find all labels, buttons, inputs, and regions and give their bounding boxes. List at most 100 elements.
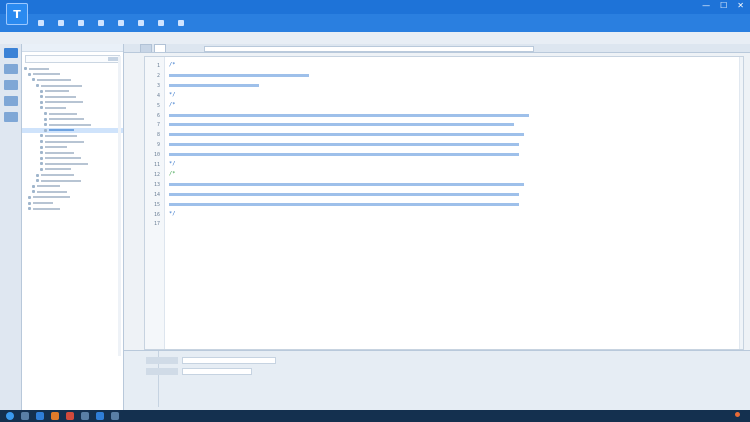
property-row [146, 368, 746, 376]
tree-node-icon [40, 156, 43, 160]
line-number: 15 [153, 201, 160, 208]
toolbar-paste-button[interactable] [134, 16, 150, 30]
code-line: 8 [145, 130, 524, 140]
editor-app-icon[interactable] [96, 412, 104, 420]
close-button[interactable]: ✕ [737, 1, 744, 10]
line-number: 8 [156, 132, 160, 139]
explorer-icon[interactable] [4, 48, 18, 58]
tab-1[interactable] [140, 44, 152, 52]
code-line: 17 [145, 219, 163, 229]
open-icon [58, 20, 64, 26]
tree-item-label [45, 162, 88, 165]
toolbar-settings-button[interactable] [174, 16, 190, 30]
taskbar-app-icon[interactable] [21, 412, 29, 420]
line-number: 9 [156, 142, 160, 149]
tab-2[interactable] [154, 44, 166, 52]
tree-item-label [33, 196, 70, 199]
paste-icon [138, 20, 144, 26]
tree-item-label [45, 90, 69, 93]
toolbar-new-button[interactable] [34, 16, 50, 30]
media-icon[interactable] [66, 412, 74, 420]
app-logo[interactable]: T [6, 3, 28, 25]
tree-item-label [41, 174, 74, 177]
history-icon[interactable] [4, 96, 18, 106]
start-button-icon[interactable] [6, 412, 14, 420]
code-line: 6 [145, 111, 529, 121]
code-editor[interactable]: 1 /* 2 3 4 */ 5 /* 6 7 8 9 10 11 */ 12 /* 13 14 15 16 */ 17 [144, 56, 744, 350]
code-line: 3 [145, 81, 259, 91]
code-text: */ [169, 91, 176, 98]
tree-item-label [45, 140, 84, 143]
line-number: 16 [153, 211, 160, 218]
tools-icon[interactable] [4, 112, 18, 122]
maximize-button[interactable]: ☐ [720, 1, 727, 10]
toolbar-cut-button[interactable] [94, 16, 110, 30]
tree-item-label [49, 118, 84, 121]
tray-app-icon[interactable] [735, 412, 740, 417]
property-value-field[interactable] [182, 368, 252, 375]
tree-item[interactable] [22, 206, 123, 212]
tree-item-label [45, 157, 81, 160]
minimize-button[interactable]: — [702, 1, 710, 10]
code-line: 11 */ [145, 160, 175, 170]
save-icon [78, 20, 84, 26]
tree-item-label [45, 95, 76, 98]
code-text-placeholder [169, 143, 519, 147]
editor-scrollbar[interactable] [739, 57, 743, 349]
taskbar-app-icon[interactable] [111, 412, 119, 420]
object-tree-panel [22, 44, 124, 410]
code-text: /* [169, 101, 176, 108]
code-text-placeholder [169, 192, 519, 196]
code-line: 9 [145, 140, 519, 150]
code-text-placeholder [169, 113, 529, 117]
tree-node-icon [40, 106, 43, 110]
line-number: 17 [153, 221, 160, 228]
tree-item-label [33, 207, 60, 210]
tree-scrollbar[interactable] [118, 56, 121, 356]
title-bar: — ☐ ✕ [0, 0, 750, 14]
toolbar-run-button[interactable] [154, 16, 170, 30]
tree-node-icon [24, 67, 27, 71]
toolbar-open-button[interactable] [54, 16, 70, 30]
line-number: 5 [156, 102, 160, 109]
line-number: 2 [156, 72, 160, 79]
code-text-placeholder [169, 202, 519, 206]
code-line: 10 [145, 150, 519, 160]
tree-item-label [37, 78, 71, 81]
toolbar-save-button[interactable] [74, 16, 90, 30]
tree-search-button[interactable] [108, 57, 118, 61]
run-icon [158, 20, 164, 26]
tree-item-label [45, 168, 71, 171]
tree-item-label [33, 202, 53, 205]
cut-icon [98, 20, 104, 26]
tree-node-icon [32, 184, 35, 188]
property-label [146, 357, 178, 364]
settings-icon [178, 20, 184, 26]
tree-item-label [33, 73, 60, 76]
taskbar-app-icon[interactable] [81, 412, 89, 420]
search-icon[interactable] [4, 64, 18, 74]
code-line: 2 [145, 71, 309, 81]
code-line: 4 */ [145, 91, 175, 101]
file-path-field[interactable] [204, 46, 534, 52]
line-number: 4 [156, 92, 160, 99]
tree-node-icon [40, 100, 43, 104]
code-line: 16 */ [145, 210, 175, 220]
tree-item-label [45, 101, 83, 104]
toolbar-copy-button[interactable] [114, 16, 130, 30]
tree-header [22, 44, 123, 52]
code-line: 14 [145, 190, 519, 200]
tree-list [22, 66, 123, 211]
tree-node-icon [44, 128, 47, 132]
property-label [146, 368, 178, 375]
code-line: 7 [145, 120, 514, 130]
database-icon[interactable] [4, 80, 18, 90]
tree-search-input[interactable] [25, 55, 120, 63]
tree-item-label [49, 129, 74, 132]
browser-icon[interactable] [36, 412, 44, 420]
property-value-field[interactable] [182, 357, 276, 364]
copy-icon [118, 20, 124, 26]
line-number: 1 [156, 63, 160, 69]
code-text-placeholder [169, 182, 524, 186]
folder-icon[interactable] [51, 412, 59, 420]
